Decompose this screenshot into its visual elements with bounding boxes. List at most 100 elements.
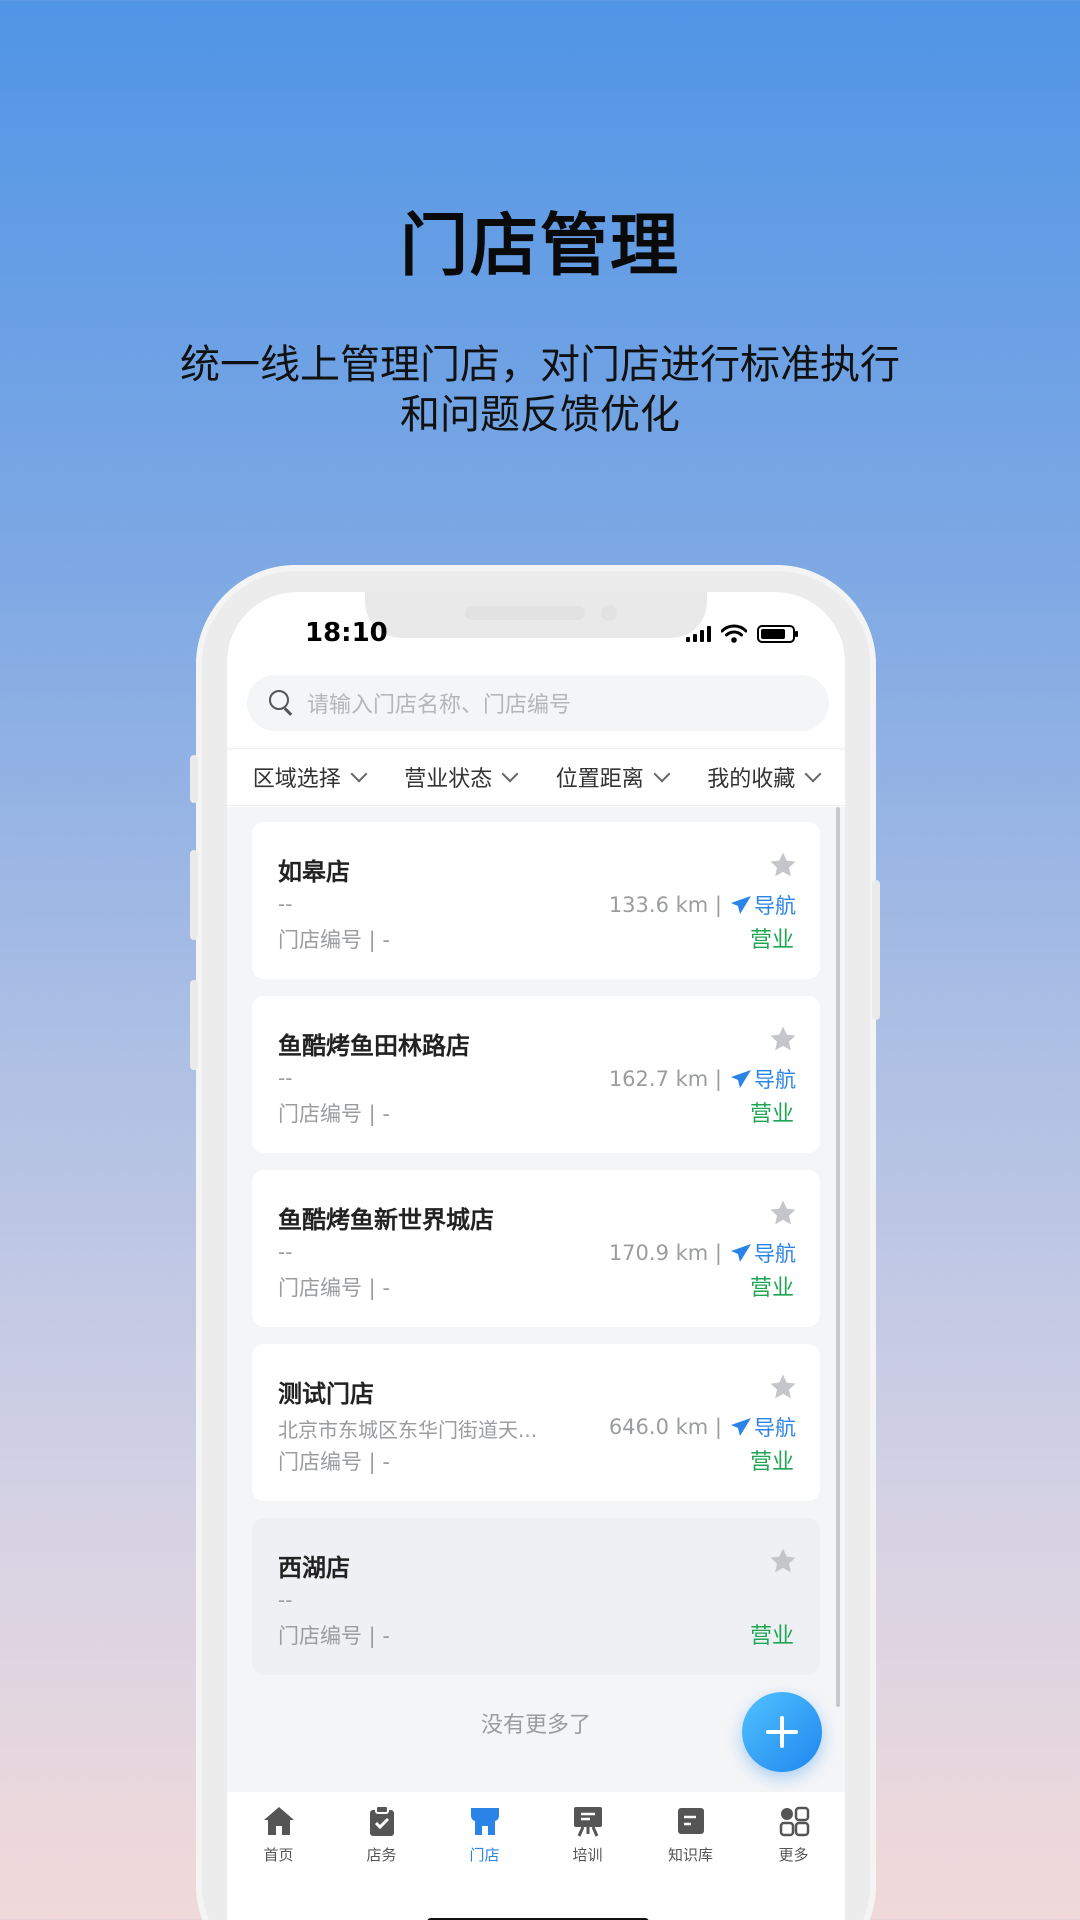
store-name: 测试门店 — [278, 1380, 374, 1408]
chevron-down-icon — [350, 765, 368, 783]
navigate-button[interactable]: 导航 — [730, 1412, 796, 1442]
training-icon — [573, 1807, 602, 1837]
hero-subtitle-line2: 和问题反馈优化 — [400, 392, 680, 438]
navigate-button[interactable]: 导航 — [730, 1064, 796, 1094]
status-badge: 营业 — [749, 1102, 794, 1127]
store-distance-row: 170.9 km | 导航 — [609, 1238, 796, 1268]
battery-icon — [757, 625, 798, 643]
grid-icon — [779, 1806, 809, 1837]
store-address: -- — [278, 1066, 293, 1090]
tab-knowledge[interactable]: 知识库 — [641, 1804, 741, 1902]
filter-label: 营业状态 — [404, 767, 493, 792]
search-input[interactable]: 请输入门店名称、门店编号 — [247, 675, 829, 731]
store-code: 门店编号 | - — [278, 1102, 391, 1126]
store-code: 门店编号 | - — [278, 1624, 391, 1648]
filter-label: 我的收藏 — [707, 767, 796, 792]
signal-icon — [686, 626, 711, 642]
store-card[interactable]: 测试门店 北京市东城区东华门街道天... 门店编号 | - 646.0 km |… — [252, 1344, 820, 1501]
store-card[interactable]: 鱼酷烤鱼田林路店 -- 门店编号 | - 162.7 km | 导航 营业 — [252, 996, 820, 1153]
phone-volume-down — [190, 980, 198, 1070]
hero-subtitle-line1: 统一线上管理门店，对门店进行标准执行 — [180, 342, 900, 388]
store-card[interactable]: 西湖店 -- 门店编号 | - 营业 — [252, 1518, 820, 1675]
status-badge: 营业 — [749, 1624, 794, 1649]
navigate-label: 导航 — [754, 1068, 796, 1092]
store-distance: 133.6 km — [608, 893, 709, 917]
store-icon — [470, 1808, 499, 1835]
chevron-down-icon — [804, 765, 822, 783]
store-address: -- — [278, 892, 293, 916]
store-name: 鱼酷烤鱼新世界城店 — [278, 1206, 494, 1234]
search-placeholder: 请输入门店名称、门店编号 — [307, 693, 572, 718]
wifi-icon — [721, 624, 747, 643]
scrollbar[interactable] — [836, 807, 840, 1707]
store-distance-row: 646.0 km | 导航 — [609, 1412, 796, 1442]
status-badge: 营业 — [749, 928, 794, 953]
store-distance-row: 133.6 km | 导航 — [609, 890, 796, 920]
store-code: 门店编号 | - — [278, 1276, 391, 1300]
navigate-label: 导航 — [754, 1416, 796, 1440]
star-icon[interactable] — [768, 850, 798, 880]
tab-label: 培训 — [572, 1846, 603, 1864]
store-name: 西湖店 — [278, 1554, 350, 1582]
navigate-label: 导航 — [754, 894, 796, 918]
store-distance-row: 162.7 km | 导航 — [609, 1064, 796, 1094]
tab-label: 首页 — [263, 1846, 294, 1864]
notch-speaker — [465, 606, 585, 620]
filter-bar: 区域选择 营业状态 位置距离 我的收藏 — [227, 748, 845, 806]
tab-label: 知识库 — [667, 1846, 713, 1864]
divider: | — [708, 1241, 722, 1265]
navigate-button[interactable]: 导航 — [730, 1238, 796, 1268]
store-distance: 646.0 km — [608, 1415, 709, 1439]
star-icon[interactable] — [768, 1372, 798, 1402]
chevron-down-icon — [501, 765, 519, 783]
status-icons — [686, 624, 798, 644]
status-badge: 营业 — [749, 1450, 794, 1475]
tab-bar: 首页 店务 门店 培训 知识库 更多 — [227, 1792, 845, 1902]
phone-side-button — [190, 755, 198, 803]
phone-screen: 18:10 请输入门店名称、门店编号 区域选择 营业状态 位置距离 我的收藏 如… — [227, 592, 845, 1920]
add-store-button[interactable] — [742, 1692, 822, 1772]
knowledge-icon — [677, 1808, 704, 1834]
tab-label: 门店 — [469, 1846, 500, 1864]
filter-distance[interactable]: 位置距离 — [555, 761, 671, 793]
store-address: 北京市东城区东华门街道天... — [278, 1418, 538, 1442]
store-distance: 162.7 km — [608, 1067, 709, 1091]
tab-stores[interactable]: 门店 — [435, 1804, 535, 1902]
store-address: -- — [278, 1588, 293, 1612]
store-name: 如皋店 — [278, 858, 350, 886]
phone-power-button — [872, 880, 880, 1020]
store-address: -- — [278, 1240, 293, 1264]
notch-camera — [601, 605, 617, 621]
tab-store-affairs[interactable]: 店务 — [332, 1804, 432, 1902]
phone-volume-up — [190, 850, 198, 940]
star-icon[interactable] — [768, 1024, 798, 1054]
navigate-icon — [731, 1418, 751, 1436]
tab-training[interactable]: 培训 — [538, 1804, 638, 1902]
filter-label: 位置距离 — [555, 767, 644, 792]
tab-more[interactable]: 更多 — [744, 1804, 844, 1902]
store-card[interactable]: 鱼酷烤鱼新世界城店 -- 门店编号 | - 170.9 km | 导航 营业 — [252, 1170, 820, 1327]
filter-region[interactable]: 区域选择 — [252, 761, 368, 793]
notch — [365, 592, 707, 638]
status-time: 18:10 — [305, 618, 388, 648]
tab-home[interactable]: 首页 — [229, 1804, 329, 1902]
filter-favorites[interactable]: 我的收藏 — [707, 761, 822, 793]
navigate-icon — [731, 896, 751, 914]
navigate-button[interactable]: 导航 — [730, 890, 796, 920]
navigate-label: 导航 — [754, 1242, 796, 1266]
star-icon[interactable] — [768, 1198, 798, 1228]
navigate-icon — [731, 1244, 751, 1262]
store-list[interactable]: 如皋店 -- 门店编号 | - 133.6 km | 导航 营业 鱼酷烤鱼田林路… — [227, 807, 845, 1792]
store-name: 鱼酷烤鱼田林路店 — [278, 1032, 470, 1060]
filter-business-status[interactable]: 营业状态 — [404, 761, 519, 793]
store-distance: 170.9 km — [608, 1241, 709, 1265]
tab-label: 更多 — [778, 1846, 809, 1864]
divider: | — [708, 893, 722, 917]
star-icon[interactable] — [768, 1546, 798, 1576]
filter-label: 区域选择 — [252, 767, 341, 792]
hero-subtitle: 统一线上管理门店，对门店进行标准执行 和问题反馈优化 — [140, 340, 940, 440]
tab-label: 店务 — [366, 1846, 397, 1864]
navigate-icon — [731, 1070, 751, 1088]
divider: | — [708, 1415, 722, 1439]
store-card[interactable]: 如皋店 -- 门店编号 | - 133.6 km | 导航 营业 — [252, 822, 820, 979]
